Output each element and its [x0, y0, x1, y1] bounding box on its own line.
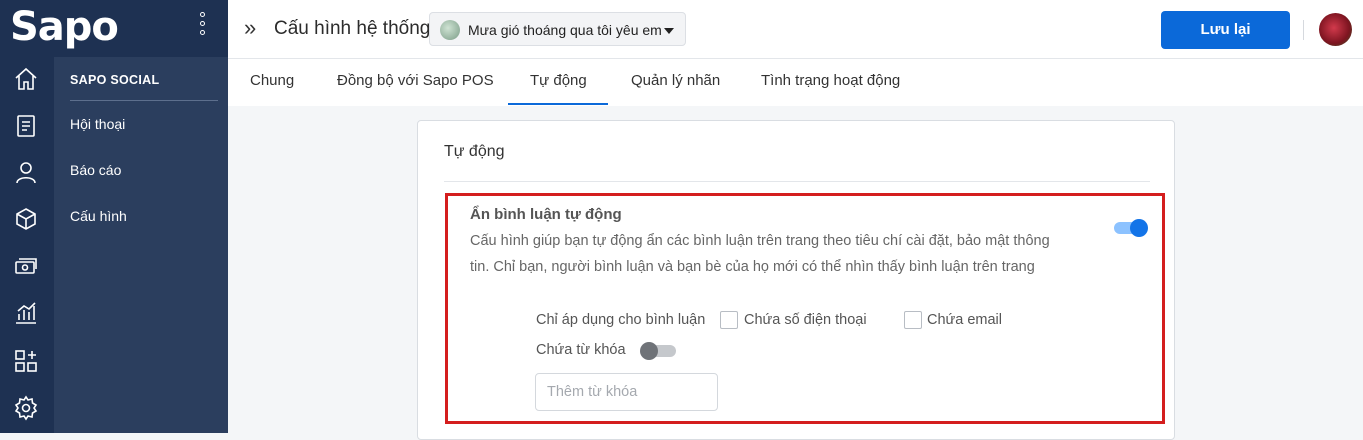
sidebar-item-conversations[interactable]: Hội thoại: [70, 116, 125, 132]
caret-down-icon: [664, 28, 674, 34]
card-title: Tự động: [444, 143, 505, 160]
apply-label: Chỉ áp dụng cho bình luận: [536, 312, 706, 328]
sub-navigation: SAPO SOCIAL Hội thoại Báo cáo Cấu hình: [54, 57, 228, 433]
auto-hide-title: Ẩn bình luận tự động: [470, 206, 622, 223]
sidebar-section-title: SAPO SOCIAL: [70, 73, 160, 87]
tab-general[interactable]: Chung: [250, 72, 294, 89]
header-divider: [1303, 20, 1304, 40]
report-icon[interactable]: [13, 300, 39, 326]
tab-labels[interactable]: Quản lý nhãn: [631, 72, 720, 89]
toggle-knob: [640, 342, 658, 360]
home-icon[interactable]: [13, 66, 39, 92]
phone-label: Chứa số điện thoại: [744, 312, 867, 328]
page-selector[interactable]: Mưa gió thoáng qua tôi yêu em: [429, 12, 686, 46]
tab-status[interactable]: Tình trạng hoạt động: [761, 72, 900, 89]
order-icon[interactable]: [13, 113, 39, 139]
sapo-logo: Sapo: [10, 4, 119, 50]
sidebar-item-reports[interactable]: Báo cáo: [70, 162, 121, 178]
settings-tabs: Chung Đồng bộ với Sapo POS Tự động Quản …: [228, 59, 1363, 106]
email-label: Chứa email: [927, 312, 1002, 328]
tab-automation[interactable]: Tự động: [530, 72, 587, 89]
tab-sync-pos[interactable]: Đồng bộ với Sapo POS: [337, 72, 494, 89]
top-bar: » Cấu hình hệ thống Mưa gió thoáng qua t…: [228, 0, 1363, 59]
keyword-label: Chứa từ khóa: [536, 342, 626, 358]
payment-icon[interactable]: [13, 253, 39, 279]
product-icon[interactable]: [13, 206, 39, 232]
page-selector-label: Mưa gió thoáng qua tôi yêu em: [468, 22, 662, 38]
keyword-input[interactable]: [535, 373, 718, 411]
icon-rail: [0, 0, 54, 433]
customer-icon[interactable]: [13, 159, 39, 185]
email-checkbox[interactable]: [904, 311, 922, 329]
phone-checkbox[interactable]: [720, 311, 738, 329]
sidebar-item-settings[interactable]: Cấu hình: [70, 208, 127, 224]
auto-hide-toggle[interactable]: [1114, 219, 1148, 237]
page-title: Cấu hình hệ thống: [274, 18, 431, 39]
brand-bar: Sapo: [0, 0, 228, 57]
more-menu-icon[interactable]: [196, 12, 208, 42]
keyword-toggle[interactable]: [640, 341, 676, 361]
auto-hide-description: Cấu hình giúp bạn tự động ẩn các bình lu…: [470, 233, 1050, 275]
page-avatar: [440, 20, 460, 40]
toggle-knob: [1130, 219, 1148, 237]
apps-icon[interactable]: [13, 348, 39, 374]
active-tab-indicator: [508, 103, 608, 105]
save-button[interactable]: Lưu lại: [1161, 11, 1290, 49]
sidebar-divider: [70, 100, 218, 101]
settings-icon[interactable]: [13, 395, 39, 421]
expand-sidebar-icon[interactable]: »: [244, 17, 256, 39]
user-avatar[interactable]: [1319, 13, 1352, 46]
card-divider: [444, 181, 1150, 182]
